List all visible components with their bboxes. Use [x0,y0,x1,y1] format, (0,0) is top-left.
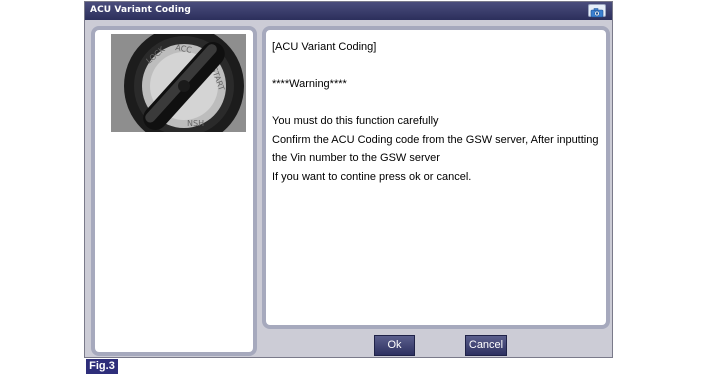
ok-button[interactable]: Ok [374,335,415,356]
warning-text: ****Warning**** [272,78,347,90]
title-bar: ACU Variant Coding [85,2,612,20]
acu-variant-coding-window: ACU Variant Coding LOCK ACC START NSH [A… [84,1,613,358]
message-heading: [ACU Variant Coding] [272,41,377,53]
message-line-1: You must do this function carefully [272,115,439,127]
window-title: ACU Variant Coding [90,5,191,15]
camera-icon-glyph [590,8,604,18]
ignition-switch-icon: LOCK ACC START NSH [111,34,246,132]
message-line-2: Confirm the ACU Coding code from the GSW… [272,133,599,146]
message-line-4: If you want to contine press ok or cance… [272,170,472,183]
camera-icon[interactable] [588,4,606,18]
figure-label: Fig.3 [86,359,118,374]
message-panel: [ACU Variant Coding] ****Warning**** You… [262,26,610,329]
message-line-3: the Vin number to the GSW server [272,152,440,164]
image-panel: LOCK ACC START NSH [91,26,257,356]
cancel-button[interactable]: Cancel [465,335,507,356]
svg-text:NSH: NSH [187,119,204,128]
ignition-switch-photo: LOCK ACC START NSH [111,34,246,132]
message-text: [ACU Variant Coding] ****Warning**** You… [272,38,602,186]
